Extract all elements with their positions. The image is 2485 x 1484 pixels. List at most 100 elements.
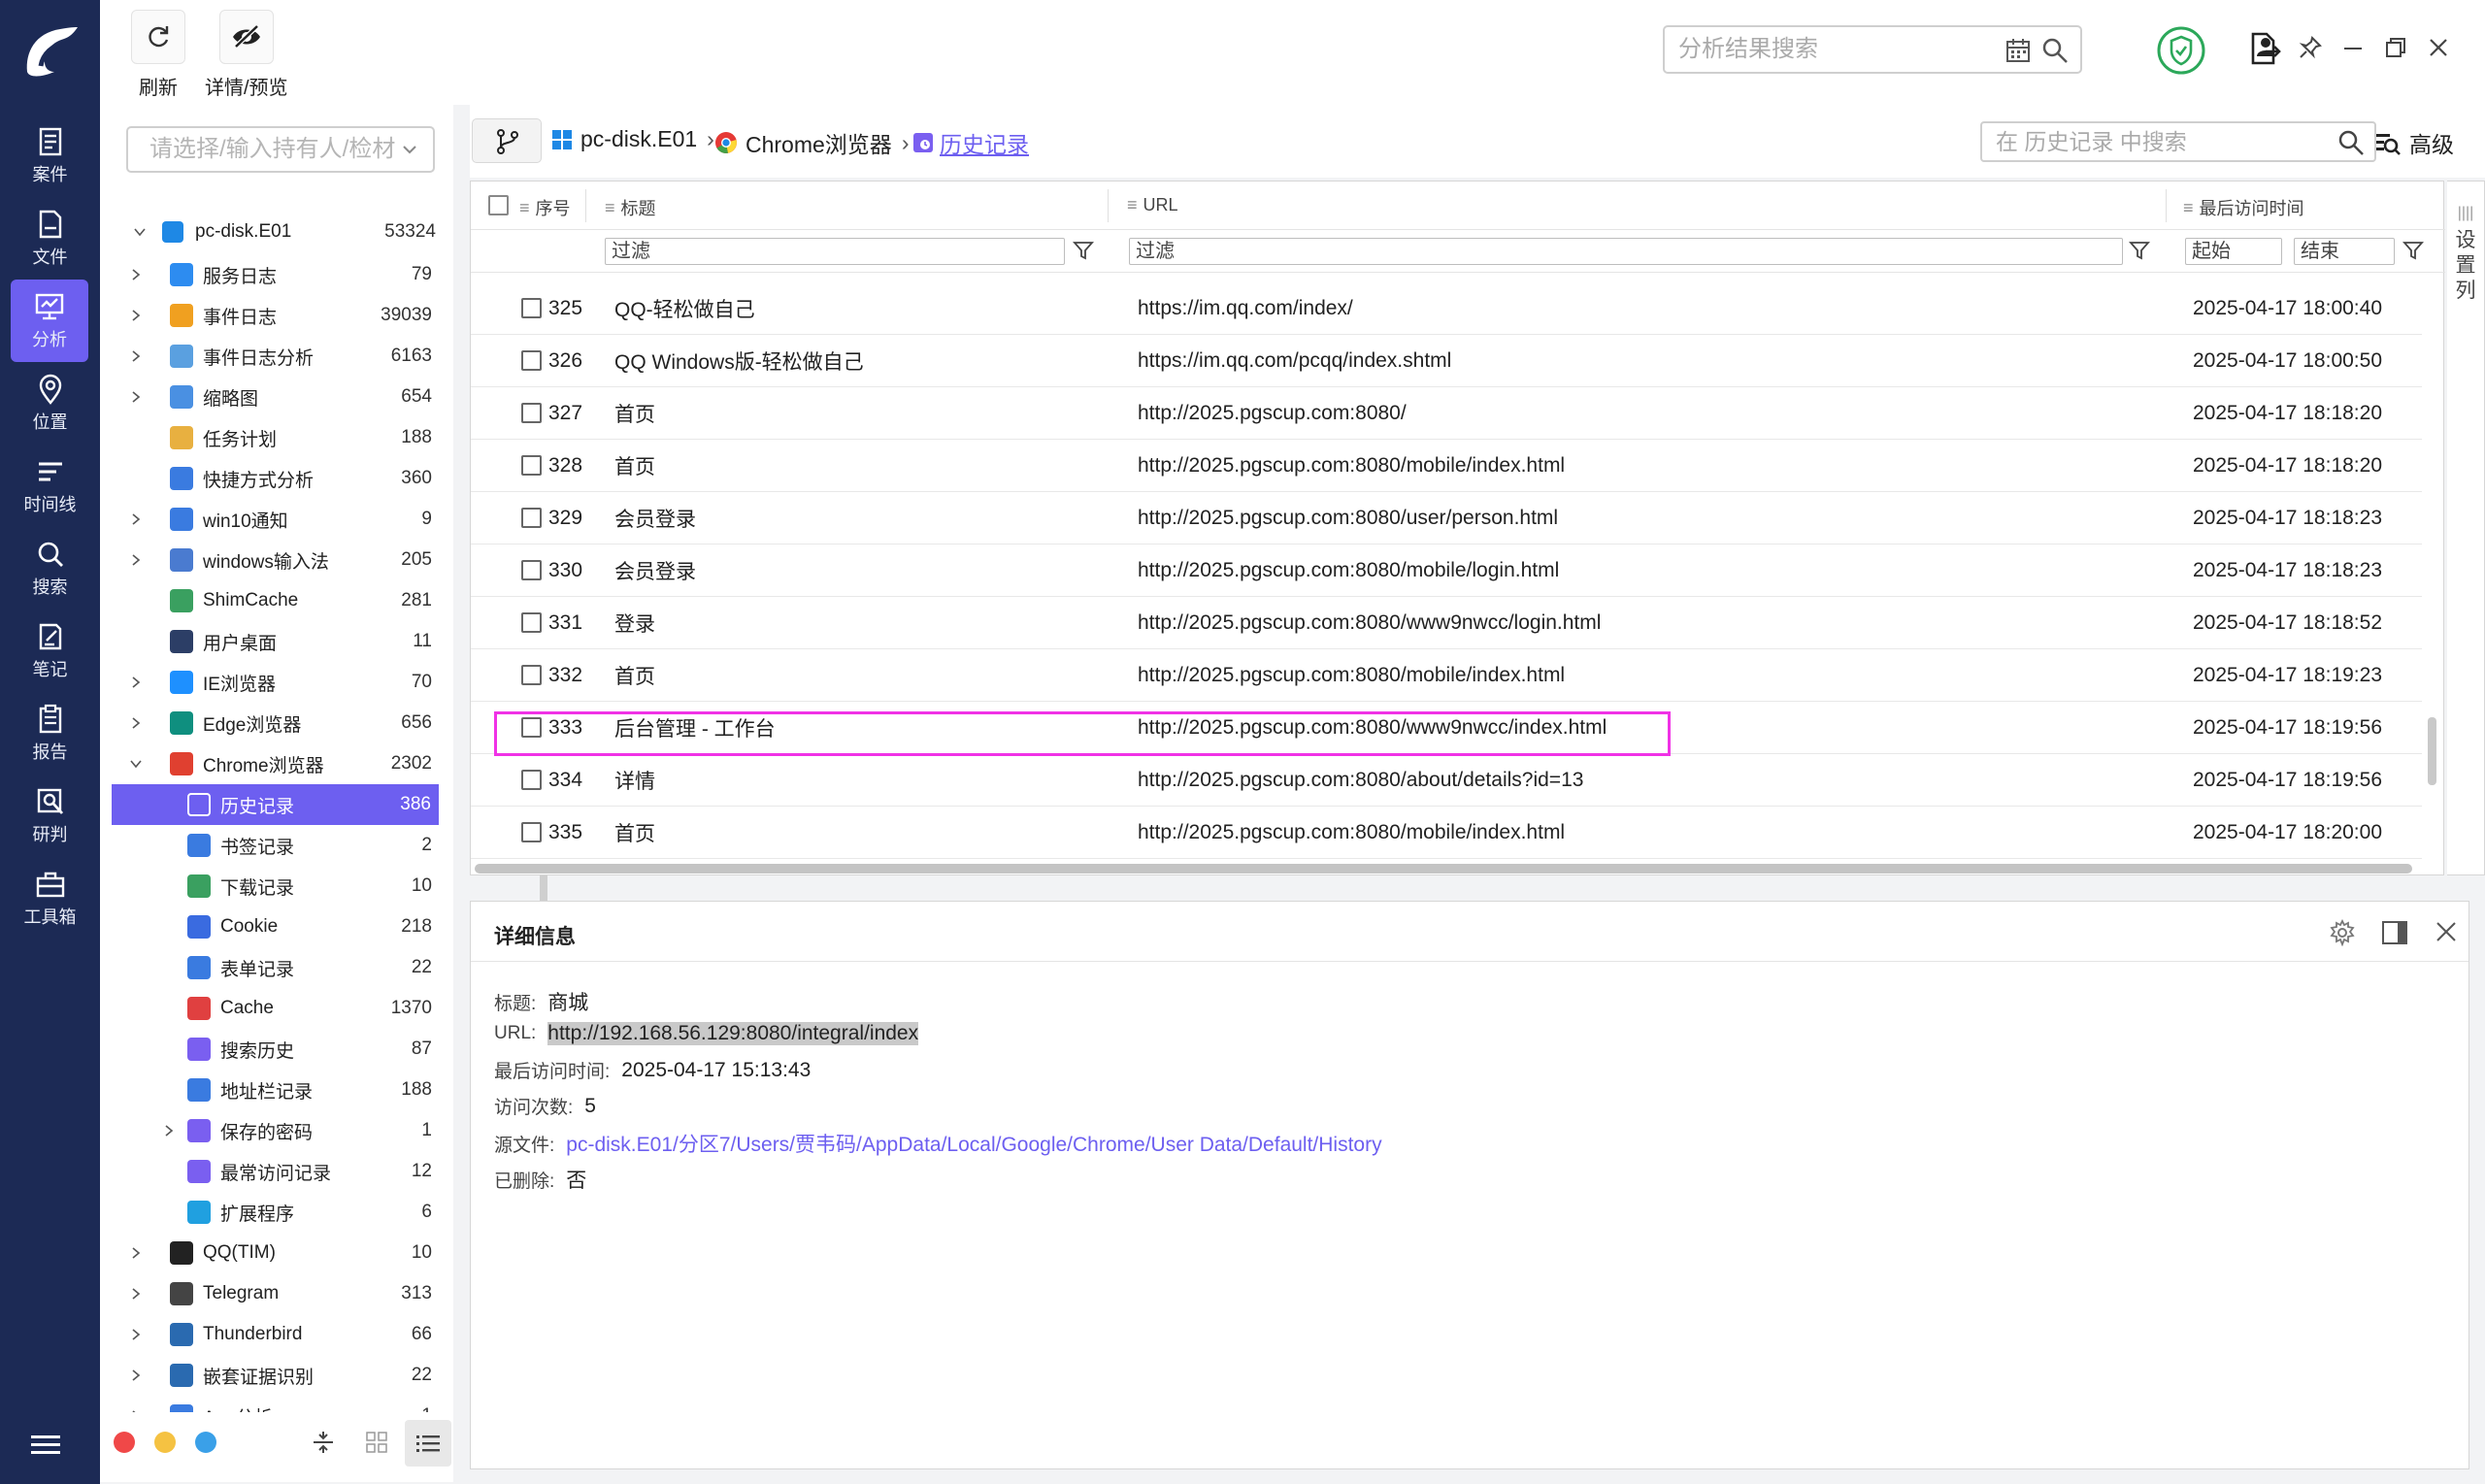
tree-chrome-item-4[interactable]: 表单记录 22 [100,947,440,988]
menu-icon[interactable] [31,1435,70,1460]
breadcrumb-disk[interactable]: pc-disk.E01 › [551,126,714,152]
nav-item-7[interactable]: 报告 [0,692,100,775]
tree-item-0[interactable]: 服务日志 79 [100,254,440,295]
table-row[interactable]: 334 详情 http://2025.pgscup.com:8080/about/d… [471,754,2422,807]
filter-icon[interactable] [2402,240,2424,261]
select-all-checkbox[interactable] [488,195,509,215]
column-divider[interactable] [585,189,586,222]
row-checkbox[interactable] [521,403,542,423]
pin-icon[interactable] [2298,35,2323,60]
close-icon[interactable] [2434,919,2459,944]
table-row[interactable]: 335 首页 http://2025.pgscup.com:8080/mobile/… [471,807,2422,859]
list-view-icon[interactable] [405,1420,451,1467]
chevron-right-icon[interactable] [129,716,143,730]
nav-item-8[interactable]: 研判 [0,775,100,857]
chevron-right-icon[interactable] [129,349,143,363]
tree-item-7[interactable]: windows输入法 205 [100,540,440,580]
nav-item-1[interactable]: 文件 [0,197,100,280]
title-filter-input[interactable]: 过滤 [605,238,1065,265]
row-checkbox[interactable] [521,350,542,371]
detail-preview-button[interactable]: 详情/预览 [205,10,288,100]
tree-chrome-item-10[interactable]: 扩展程序 6 [100,1192,440,1233]
table-row[interactable]: 327 首页 http://2025.pgscup.com:8080/2025-04… [471,387,2422,440]
row-checkbox[interactable] [521,822,542,842]
chevron-right-icon[interactable] [129,1287,143,1301]
table-vertical-scrollbar[interactable] [2428,717,2436,785]
chevron-down-icon[interactable] [129,757,143,771]
row-checkbox[interactable] [521,298,542,318]
row-checkbox[interactable] [521,770,542,790]
status-dot[interactable] [114,1432,135,1453]
chevron-right-icon[interactable] [129,390,143,404]
table-row[interactable]: 331 登录 http://2025.pgscup.com:8080/www9nwc… [471,597,2422,649]
collapse-icon[interactable] [312,1430,335,1455]
tree-chrome-item-2[interactable]: 下载记录 10 [100,866,440,907]
tree-item-1[interactable]: 事件日志 39039 [100,295,440,336]
table-row[interactable]: 332 首页 http://2025.pgscup.com:8080/mobile/… [471,649,2422,702]
table-row[interactable]: 328 首页 http://2025.pgscup.com:8080/mobile/… [471,440,2422,492]
tree-item-11[interactable]: Edge浏览器 656 [100,703,440,743]
filter-icon[interactable] [1073,240,1094,261]
tree-chrome-item-1[interactable]: 书签记录 2 [100,825,440,866]
tree-item-3[interactable]: 缩略图 654 [100,377,440,417]
column-header-title[interactable]: ≡ 标题 [605,195,656,220]
calendar-icon[interactable] [2005,37,2032,64]
chevron-right-icon[interactable] [129,268,143,281]
tree-app-item-1[interactable]: Telegram 313 [100,1273,440,1314]
holder-select[interactable]: 请选择/输入持有人/检材 [126,126,435,173]
tree-item-9[interactable]: 用户桌面 11 [100,621,440,662]
chevron-right-icon[interactable] [129,512,143,526]
detail-value[interactable]: http://192.168.56.129:8080/integral/inde… [547,1022,919,1045]
chevron-right-icon[interactable] [129,309,143,322]
detail-value[interactable]: pc-disk.E01/分区7/Users/贾韦码/AppData/Local/… [566,1129,1381,1158]
nav-item-5[interactable]: 搜索 [0,527,100,610]
breadcrumb-browser[interactable]: Chrome浏览器 › [714,126,909,159]
row-checkbox[interactable] [521,612,542,633]
tree-chrome-item-7[interactable]: 地址栏记录 188 [100,1070,440,1110]
row-checkbox[interactable] [521,455,542,476]
shield-check-button[interactable] [2156,25,2206,76]
column-divider[interactable] [2166,189,2167,222]
restore-icon[interactable] [2383,35,2408,60]
nav-item-6[interactable]: 笔记 [0,610,100,692]
history-search-input[interactable]: 在 历史记录 中搜索 [1980,121,2376,162]
advanced-search-button[interactable]: 高级 [2374,126,2454,159]
tree-item-2[interactable]: 事件日志分析 6163 [100,336,440,377]
search-icon[interactable] [2041,37,2069,64]
tree-item-5[interactable]: 快捷方式分析 360 [100,458,440,499]
branch-button[interactable] [472,118,542,163]
minimize-icon[interactable] [2340,35,2366,60]
tree-chrome-item-5[interactable]: Cache 1370 [100,988,440,1029]
table-horizontal-scrollbar[interactable] [475,864,2412,874]
chevron-right-icon[interactable] [129,1328,143,1341]
table-row[interactable]: 329 会员登录 http://2025.pgscup.com:8080/user/… [471,492,2422,544]
row-checkbox[interactable] [521,508,542,528]
analysis-search-input[interactable]: 分析结果搜索 [1663,25,2082,74]
tree-app-item-2[interactable]: Thunderbird 66 [100,1314,440,1355]
tree-chrome-item-6[interactable]: 搜索历史 87 [100,1029,440,1070]
filter-icon[interactable] [2129,240,2150,261]
row-checkbox[interactable] [521,665,542,685]
nav-item-9[interactable]: 工具箱 [0,857,100,940]
chevron-right-icon[interactable] [129,676,143,689]
nav-item-2[interactable]: 分析 [11,280,88,362]
status-dot[interactable] [154,1432,176,1453]
gear-icon[interactable] [2329,919,2356,946]
nav-item-0[interactable]: 案件 [0,115,100,197]
grid-view-icon[interactable] [366,1432,387,1453]
nav-item-4[interactable]: 时间线 [0,445,100,527]
tree-app-item-0[interactable]: QQ(TIM) 10 [100,1233,440,1273]
chevron-right-icon[interactable] [129,553,143,567]
tree-item-10[interactable]: IE浏览器 70 [100,662,440,703]
row-checkbox[interactable] [521,560,542,580]
url-filter-input[interactable]: 过滤 [1129,238,2123,265]
tree-chrome-item-3[interactable]: Cookie 218 [100,907,440,947]
refresh-button[interactable]: 刷新 [131,10,185,100]
tree-chrome-item-9[interactable]: 最常访问记录 12 [100,1151,440,1192]
column-settings-tab[interactable]: |||| 设置列 [2447,181,2485,875]
column-header-url[interactable]: ≡ URL [1127,195,1178,215]
status-dot[interactable] [195,1432,216,1453]
chevron-right-icon[interactable] [162,1124,176,1138]
time-start-input[interactable]: 起始 [2185,238,2282,265]
tree-app-item-3[interactable]: 嵌套证据识别 22 [100,1355,440,1396]
